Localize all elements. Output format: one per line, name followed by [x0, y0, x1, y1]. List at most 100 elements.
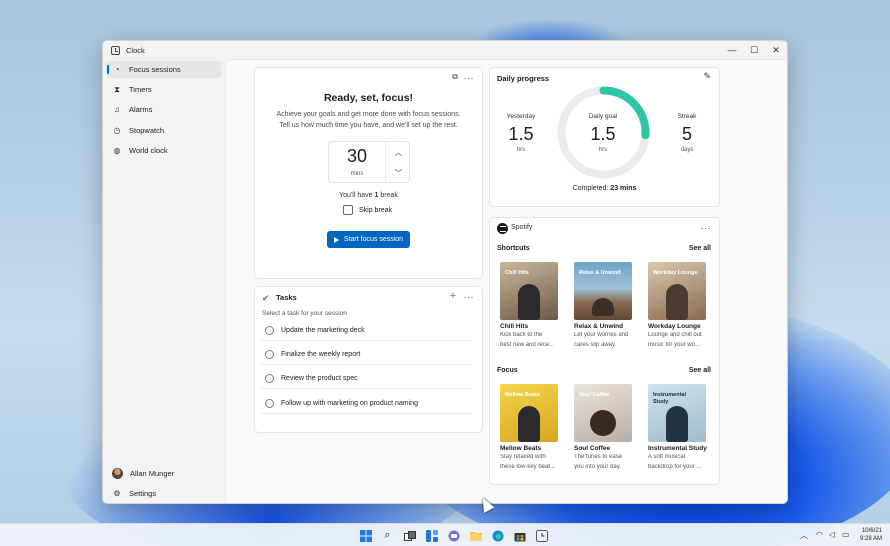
minimize-button[interactable]: —: [721, 41, 743, 59]
cover-figure: [666, 406, 688, 442]
more-options-icon[interactable]: ···: [464, 73, 475, 83]
bell-icon: ♫: [114, 105, 120, 114]
task-radio[interactable]: [265, 350, 274, 359]
completed-value: 23 mins: [610, 185, 637, 192]
playlist-cover: Instrumental Study: [648, 384, 706, 442]
cover-figure: [590, 410, 616, 436]
add-task-icon[interactable]: +: [450, 290, 456, 302]
playlist-cover: Relax & Unwind: [574, 262, 632, 320]
volume-icon[interactable]: ◁: [829, 530, 835, 539]
task-item[interactable]: Finalize the weekly report: [260, 345, 473, 365]
playlist-mellow-beats[interactable]: Mellow Beats Mellow Beats Stay relaxed w…: [500, 384, 562, 471]
sidebar-item-focus-sessions[interactable]: ◔ Focus sessions: [107, 61, 221, 78]
play-icon: [333, 236, 339, 243]
more-options-icon[interactable]: ···: [701, 223, 712, 233]
increase-minutes-button[interactable]: ︿: [386, 142, 411, 163]
skip-break-checkbox[interactable]: [343, 205, 353, 215]
main-content: ⧉ ··· Ready, set, focus! Achieve your go…: [225, 59, 787, 503]
completed-prefix: Completed:: [572, 185, 611, 192]
compact-overlay-icon[interactable]: ⧉: [452, 72, 458, 82]
focus-icon: ◔: [114, 65, 120, 74]
playlist-title: Workday Lounge: [648, 323, 701, 330]
todo-check-icon: ✔: [262, 293, 270, 303]
start-windows-icon[interactable]: [359, 529, 372, 542]
playlist-description: Lounge and chill out: [648, 332, 702, 338]
sidebar-item-alarms[interactable]: ♫ Alarms: [107, 101, 221, 118]
playlist-cover: Workday Lounge: [648, 262, 706, 320]
edit-pencil-icon[interactable]: ✎: [703, 71, 711, 82]
search-icon[interactable]: ⌕: [381, 529, 394, 542]
focus-title: Ready, set, focus!: [323, 92, 414, 104]
stat-label: Yesterday: [506, 113, 536, 120]
playlist-chill-hits[interactable]: Chill Hits Chill Hits Kick back to the b…: [500, 262, 562, 349]
task-radio[interactable]: [265, 399, 274, 408]
task-radio[interactable]: [265, 326, 274, 335]
chat-icon[interactable]: [447, 529, 460, 542]
task-label: Update the marketing deck: [281, 327, 365, 334]
battery-icon[interactable]: ▭: [842, 530, 850, 539]
hourglass-icon: ⧗: [114, 84, 120, 94]
daily-progress-title: Daily progress: [497, 74, 550, 83]
playlist-instrumental-study[interactable]: Instrumental Study Instrumental Study A …: [648, 384, 710, 471]
system-clock[interactable]: 10/6/21 9:28 AM: [860, 527, 882, 543]
cover-text: Chill Hits: [505, 270, 529, 276]
skip-break-option[interactable]: Skip break: [343, 205, 392, 215]
minutes-unit: mins: [350, 171, 364, 177]
file-explorer-icon[interactable]: [469, 529, 482, 542]
daily-goal-stat[interactable]: Daily goal 1.5 hrs: [578, 113, 628, 153]
playlist-workday-lounge[interactable]: Workday Lounge Workday Lounge Lounge and…: [648, 262, 710, 349]
clock-app-window: Clock — ☐ ✕ ◔ Focus sessions ⧗ Timers ♫ …: [102, 40, 788, 504]
sidebar: ◔ Focus sessions ⧗ Timers ♫ Alarms ◷ Sto…: [103, 59, 225, 503]
task-label: Finalize the weekly report: [281, 351, 361, 358]
title-bar[interactable]: Clock — ☐ ✕: [103, 41, 787, 59]
stat-unit: hrs: [516, 147, 526, 153]
task-item[interactable]: Review the product spec: [260, 369, 473, 389]
focus-see-all-link[interactable]: See all: [689, 367, 711, 374]
window-title: Clock: [126, 45, 145, 55]
streak-stat: Streak 5 days: [662, 113, 712, 153]
playlist-relax-unwind[interactable]: Relax & Unwind Relax & Unwind Let your w…: [574, 262, 636, 349]
system-date: 10/6/21: [861, 528, 882, 534]
task-item[interactable]: Follow up with marketing on product nami…: [260, 394, 473, 414]
task-item[interactable]: Update the marketing deck: [260, 321, 473, 341]
sidebar-item-label: Focus sessions: [129, 65, 181, 74]
more-options-icon[interactable]: ···: [464, 292, 475, 302]
focus-heading: Focus: [497, 367, 518, 374]
playlist-title: Instrumental Study: [648, 445, 707, 452]
maximize-button[interactable]: ☐: [743, 41, 765, 59]
sidebar-item-timers[interactable]: ⧗ Timers: [107, 81, 221, 98]
playlist-description: these low-key beat...: [500, 463, 556, 470]
chevron-up-icon[interactable]: ︿: [800, 530, 808, 541]
minutes-value[interactable]: 30: [329, 146, 385, 167]
cover-figure: [666, 284, 688, 320]
globe-icon: ◍: [113, 146, 121, 155]
sidebar-item-world-clock[interactable]: ◍ World clock: [107, 142, 221, 159]
playlist-description: you into your day.: [574, 463, 621, 470]
tasks-subtitle: Select a task for your session: [262, 310, 347, 317]
focus-description-line: Achieve your goals and get more done wit…: [276, 111, 461, 118]
spotify-logo-icon: [497, 223, 508, 234]
user-account[interactable]: Allan Munger: [107, 465, 221, 482]
task-radio[interactable]: [265, 374, 274, 383]
cover-text: Workday Lounge: [653, 270, 698, 276]
stat-unit: days: [680, 147, 694, 153]
sidebar-item-settings[interactable]: ⚙ Settings: [107, 485, 221, 502]
focus-description-line: Tell us how much time you have, and we'l…: [279, 122, 458, 129]
widgets-icon[interactable]: [425, 529, 438, 542]
playlist-soul-coffee[interactable]: Soul Coffee Soul Coffee The tunes to eas…: [574, 384, 636, 471]
playlist-description: A soft musical: [648, 454, 686, 460]
start-focus-session-button[interactable]: Start focus session: [327, 231, 410, 248]
clock-taskbar-icon[interactable]: [535, 529, 548, 542]
break-suffix: break: [378, 192, 398, 199]
edge-browser-icon[interactable]: [491, 529, 504, 542]
task-view-icon[interactable]: [403, 529, 416, 542]
shortcuts-see-all-link[interactable]: See all: [689, 245, 711, 252]
minutes-stepper[interactable]: 30 mins ︿ ﹀: [328, 141, 410, 183]
playlist-description: music for your wo...: [648, 341, 701, 348]
close-button[interactable]: ✕: [765, 41, 787, 59]
decrease-minutes-button[interactable]: ﹀: [386, 163, 411, 184]
cover-text: Soul Coffee: [579, 392, 610, 398]
wifi-icon[interactable]: ◠: [816, 530, 823, 539]
sidebar-item-stopwatch[interactable]: ◷ Stopwatch: [107, 122, 221, 139]
break-info: You'll have 1 break: [255, 192, 482, 199]
